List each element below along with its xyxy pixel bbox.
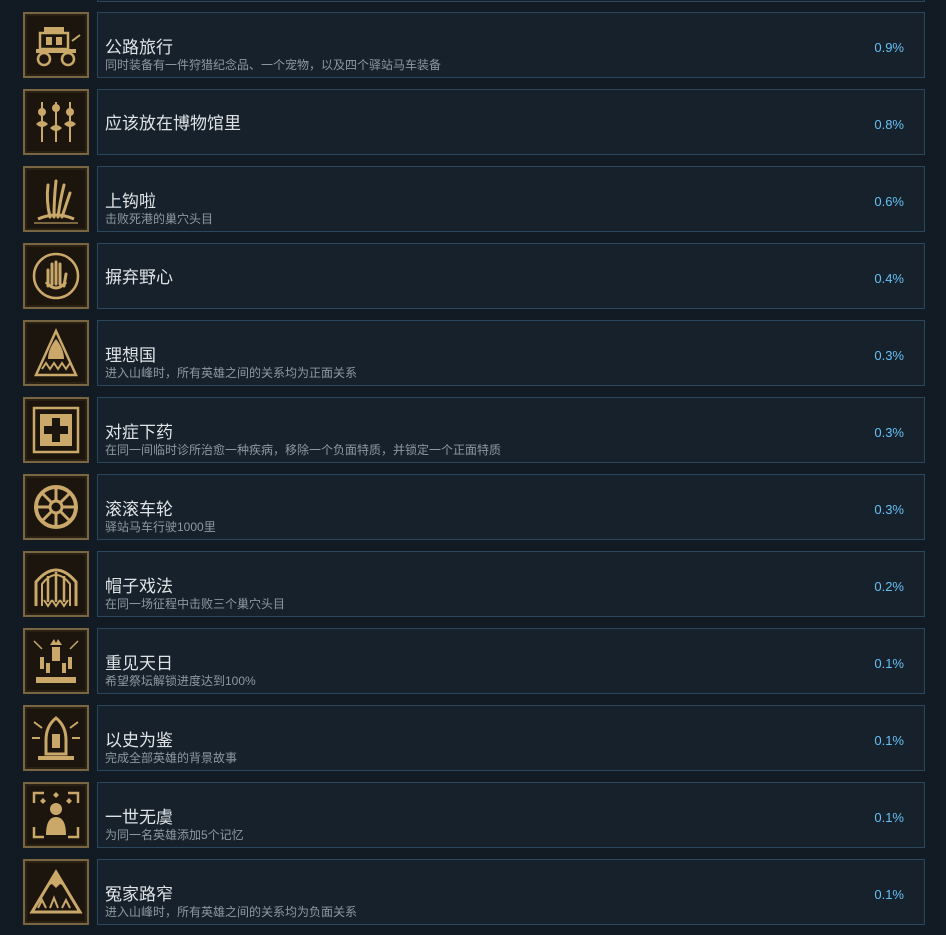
unlock-percentage: 0.1% (874, 810, 904, 825)
achievement-description: 完成全部英雄的背景故事 (105, 751, 238, 765)
triple-sword-arch-icon (23, 551, 89, 617)
achievement-title: 应该放在博物馆里 (105, 114, 241, 133)
unlock-percentage: 0.6% (874, 194, 904, 209)
achievement-title: 摒弃野心 (105, 268, 173, 287)
achievement-title: 以史为鉴 (105, 731, 173, 750)
achievement-title: 帽子戏法 (105, 577, 173, 596)
achievement-box: 上钩啦 击败死港的巢穴头目 0.6% (97, 166, 925, 232)
achievement-description: 为同一名英雄添加5个记忆 (105, 828, 244, 842)
achievement-box: 摒弃野心 0.4% (97, 243, 925, 309)
previous-row-edge (97, 0, 925, 2)
radiant-shrine-icon (23, 705, 89, 771)
achievement-description: 希望祭坛解锁进度达到100% (105, 674, 256, 688)
achievement-title: 滚滚车轮 (105, 500, 173, 519)
hooded-figure-icon (23, 320, 89, 386)
achievement-row[interactable]: 理想国 进入山峰时，所有英雄之间的关系均为正面关系 0.3% (0, 320, 946, 386)
achievement-title: 对症下药 (105, 423, 173, 442)
achievement-title: 理想国 (105, 346, 156, 365)
unlock-percentage: 0.4% (874, 271, 904, 286)
unlock-percentage: 0.2% (874, 579, 904, 594)
achievement-box: 冤家路窄 进入山峰时，所有英雄之间的关系均为负面关系 0.1% (97, 859, 925, 925)
achievement-row[interactable]: 冤家路窄 进入山峰时，所有英雄之间的关系均为负面关系 0.1% (0, 859, 946, 925)
achievement-title: 公路旅行 (105, 38, 173, 57)
achievement-description: 驿站马车行驶1000里 (105, 520, 216, 534)
achievement-row[interactable]: 对症下药 在同一间临时诊所治愈一种疾病，移除一个负面特质，并锁定一个正面特质 0… (0, 397, 946, 463)
achievement-box: 公路旅行 同时装备有一件狩猎纪念品、一个宠物，以及四个驿站马车装备 0.9% (97, 12, 925, 78)
achievement-box: 以史为鉴 完成全部英雄的背景故事 0.1% (97, 705, 925, 771)
achievement-description: 同时装备有一件狩猎纪念品、一个宠物，以及四个驿站马车装备 (105, 58, 442, 72)
wagon-wheel-icon (23, 474, 89, 540)
stagecoach-icon (23, 12, 89, 78)
achievement-box: 一世无虞 为同一名英雄添加5个记忆 0.1% (97, 782, 925, 848)
achievement-title: 一世无虞 (105, 808, 173, 827)
unlock-percentage: 0.9% (874, 40, 904, 55)
achievement-row[interactable]: 公路旅行 同时装备有一件狩猎纪念品、一个宠物，以及四个驿站马车装备 0.9% (0, 12, 946, 78)
achievement-list: 公路旅行 同时装备有一件狩猎纪念品、一个宠物，以及四个驿站马车装备 0.9% 应… (0, 0, 946, 935)
tentacle-hand-icon (23, 166, 89, 232)
achievement-box: 滚滚车轮 驿站马车行驶1000里 0.3% (97, 474, 925, 540)
achievement-box: 应该放在博物馆里 0.8% (97, 89, 925, 155)
achievement-box: 帽子戏法 在同一场征程中击败三个巢穴头目 0.2% (97, 551, 925, 617)
achievement-title: 上钩啦 (105, 192, 156, 211)
achievement-row[interactable]: 一世无虞 为同一名英雄添加5个记忆 0.1% (0, 782, 946, 848)
achievement-box: 对症下药 在同一间临时诊所治愈一种疾病，移除一个负面特质，并锁定一个正面特质 0… (97, 397, 925, 463)
museum-relics-icon (23, 89, 89, 155)
unlock-percentage: 0.3% (874, 502, 904, 517)
achievement-row[interactable]: 以史为鉴 完成全部英雄的背景故事 0.1% (0, 705, 946, 771)
unlock-percentage: 0.3% (874, 425, 904, 440)
achievement-description: 在同一间临时诊所治愈一种疾病，移除一个负面特质，并锁定一个正面特质 (105, 443, 502, 457)
memory-figure-icon (23, 782, 89, 848)
unlock-percentage: 0.1% (874, 733, 904, 748)
achievement-row[interactable]: 帽子戏法 在同一场征程中击败三个巢穴头目 0.2% (0, 551, 946, 617)
achievement-row[interactable]: 重见天日 希望祭坛解锁进度达到100% 0.1% (0, 628, 946, 694)
unlock-percentage: 0.3% (874, 348, 904, 363)
unlock-percentage: 0.1% (874, 656, 904, 671)
mountain-peak-icon (23, 859, 89, 925)
medical-cross-icon (23, 397, 89, 463)
achievement-description: 进入山峰时，所有英雄之间的关系均为负面关系 (105, 905, 358, 919)
achievement-row[interactable]: 应该放在博物馆里 0.8% (0, 89, 946, 155)
achievement-row[interactable]: 上钩啦 击败死港的巢穴头目 0.6% (0, 166, 946, 232)
achievement-row[interactable]: 滚滚车轮 驿站马车行驶1000里 0.3% (0, 474, 946, 540)
achievement-description: 击败死港的巢穴头目 (105, 212, 214, 226)
achievement-box: 重见天日 希望祭坛解锁进度达到100% 0.1% (97, 628, 925, 694)
achievement-description: 进入山峰时，所有英雄之间的关系均为正面关系 (105, 366, 358, 380)
altar-candles-icon (23, 628, 89, 694)
achievement-description: 在同一场征程中击败三个巢穴头目 (105, 597, 286, 611)
open-palm-icon (23, 243, 89, 309)
achievement-title: 冤家路窄 (105, 885, 173, 904)
achievement-title: 重见天日 (105, 654, 173, 673)
achievement-row[interactable]: 摒弃野心 0.4% (0, 243, 946, 309)
achievement-box: 理想国 进入山峰时，所有英雄之间的关系均为正面关系 0.3% (97, 320, 925, 386)
unlock-percentage: 0.8% (874, 117, 904, 132)
unlock-percentage: 0.1% (874, 887, 904, 902)
